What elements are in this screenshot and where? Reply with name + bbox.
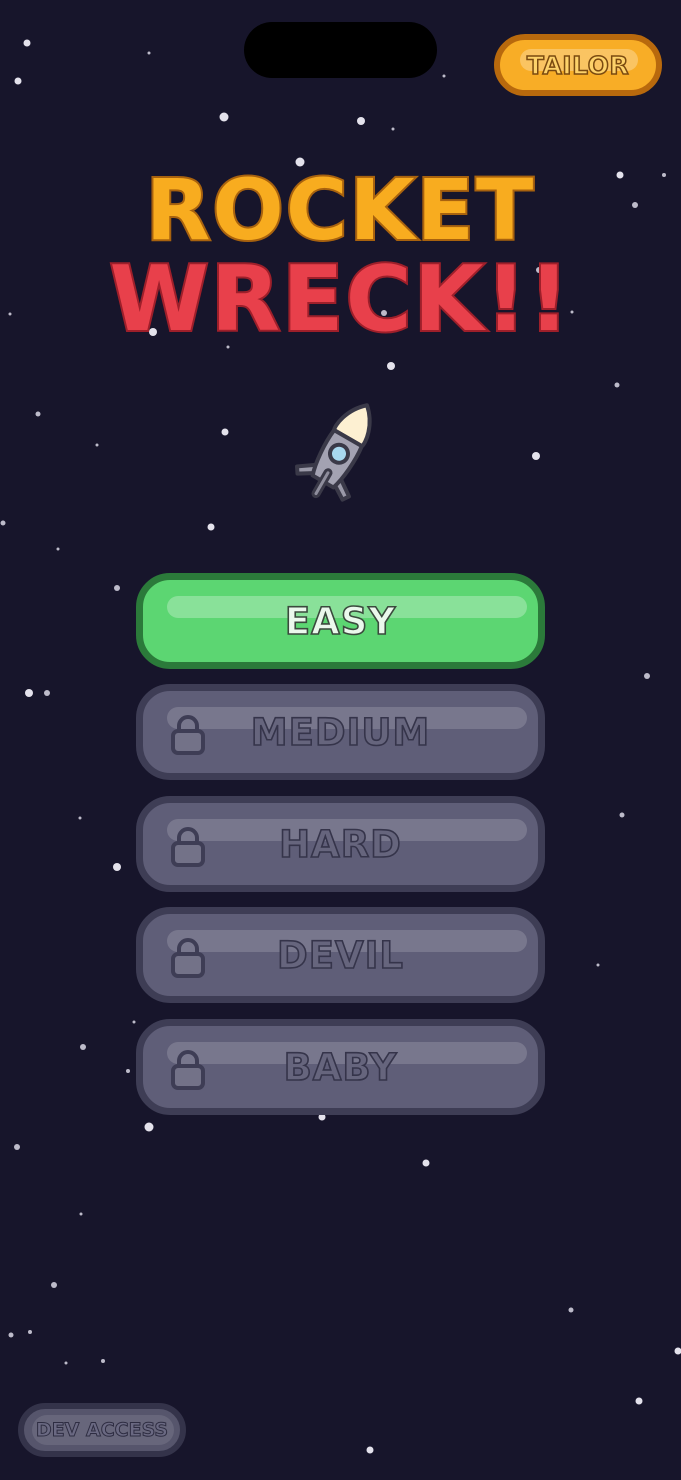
level-button-baby[interactable]: BABY [136, 1019, 545, 1115]
star [144, 1122, 154, 1132]
star [219, 112, 229, 122]
star [132, 1020, 136, 1024]
level-label-baby: BABY [283, 1045, 398, 1090]
level-button-medium[interactable]: MEDIUM [136, 684, 545, 780]
star [442, 74, 446, 78]
tailor-button-label: TAILOR [526, 50, 630, 81]
star [614, 382, 620, 388]
star [126, 1069, 130, 1073]
star [532, 452, 540, 460]
star [596, 963, 600, 967]
camera-notch [244, 22, 437, 78]
star [51, 1282, 57, 1288]
star [44, 690, 50, 696]
star [644, 673, 650, 679]
star [8, 1332, 14, 1338]
level-button-devil[interactable]: DEVIL [136, 907, 545, 1003]
star [25, 689, 33, 697]
star [64, 1361, 68, 1365]
level-button-hard[interactable]: HARD [136, 796, 545, 892]
star [387, 362, 395, 370]
game-screen: TAILOR ROCKET WRECK!! EASY MEDIUM HARD D… [0, 0, 681, 1480]
star [422, 1159, 430, 1167]
star [674, 1347, 681, 1355]
star [568, 1307, 574, 1313]
star [391, 127, 395, 131]
star [357, 117, 365, 125]
star [635, 1397, 643, 1405]
star [221, 428, 229, 436]
rocket-icon [295, 403, 372, 502]
star [79, 1212, 83, 1216]
tailor-button[interactable]: TAILOR [494, 34, 662, 96]
star [0, 520, 6, 526]
dev-access-label: DEV ACCESS [35, 1419, 169, 1442]
level-label-hard: HARD [278, 822, 402, 867]
star [78, 816, 82, 820]
level-label-devil: DEVIL [276, 933, 404, 978]
level-button-easy[interactable]: EASY [136, 573, 545, 669]
star [147, 51, 151, 55]
star [113, 863, 121, 871]
star [14, 77, 22, 85]
game-title-line1: ROCKET [144, 161, 536, 259]
star [114, 585, 120, 591]
star [101, 1359, 105, 1363]
game-title-line2: WRECK!! [108, 247, 572, 352]
star [366, 1446, 374, 1454]
level-label-medium: MEDIUM [250, 710, 431, 755]
star [95, 443, 99, 447]
star [80, 1044, 86, 1050]
star [35, 411, 41, 417]
star [619, 812, 625, 818]
dev-access-button[interactable]: DEV ACCESS [18, 1403, 186, 1457]
level-label-easy: EASY [284, 599, 397, 644]
star [14, 1144, 20, 1150]
star [207, 523, 215, 531]
star [23, 39, 31, 47]
star [56, 547, 60, 551]
star [28, 1330, 32, 1334]
